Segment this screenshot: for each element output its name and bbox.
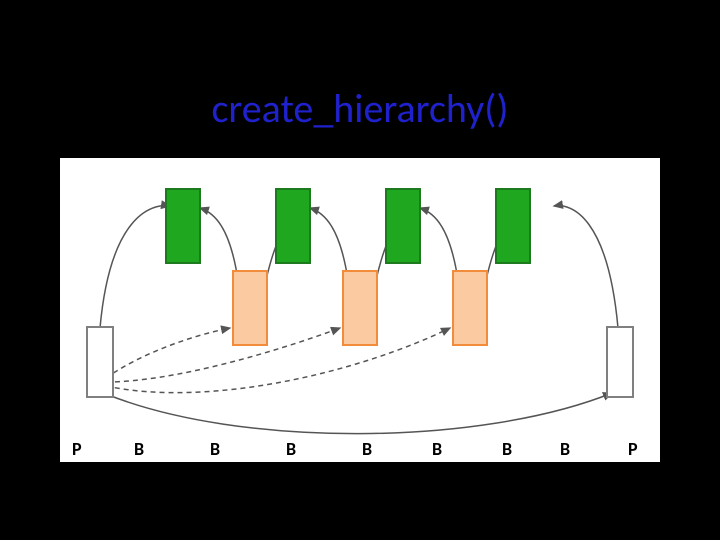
orange-node [452,270,488,346]
frame-label: P [628,438,638,460]
hierarchy-diagram: P B B B B B B B P [60,158,660,462]
frame-label: B [286,438,296,460]
green-node [385,188,421,264]
frame-label: B [134,438,144,460]
frame-label: B [502,438,512,460]
slide: create_hierarchy() [0,0,720,540]
frame-label: P [72,438,82,460]
green-node [275,188,311,264]
frame-label: B [560,438,570,460]
green-node [165,188,201,264]
slide-title: create_hierarchy() [0,84,720,133]
green-node [495,188,531,264]
frame-label: B [432,438,442,460]
frame-label: B [362,438,372,460]
orange-node [342,270,378,346]
p-node-right [606,326,634,398]
p-node-left [86,326,114,398]
frame-label: B [210,438,220,460]
orange-node [232,270,268,346]
